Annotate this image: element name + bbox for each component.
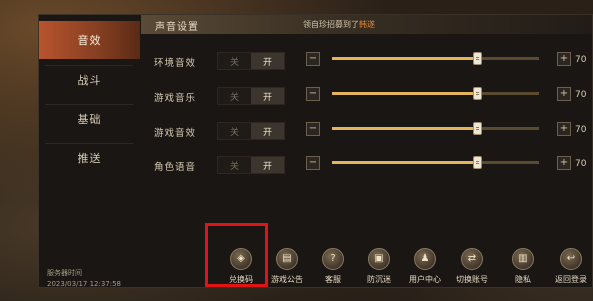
privacy-button[interactable]: ▥ 隐私	[503, 247, 543, 289]
slider-handle[interactable]	[472, 156, 482, 169]
toggle-on[interactable]: 开	[251, 157, 284, 173]
nav-tab-push[interactable]: 推送	[39, 139, 140, 177]
broadcast-text: 领自珍招募到了	[303, 20, 359, 29]
slider-handle[interactable]	[472, 87, 482, 100]
broadcast-highlight: 韩遂	[359, 20, 375, 29]
nav-tab-battle[interactable]: 战斗	[39, 61, 140, 99]
decrease-button[interactable]: −	[306, 87, 320, 101]
broadcast-message: 领自珍招募到了韩遂	[303, 19, 375, 30]
toggle-off[interactable]: 关	[218, 157, 251, 173]
volume-slider[interactable]	[332, 87, 539, 100]
nav-tab-label: 推送	[77, 152, 102, 165]
nav-tab-audio[interactable]: 音效	[39, 21, 140, 59]
section-title: 声音设置	[155, 22, 199, 33]
settings-panel: 音效 战斗 基础 推送 声音设置 领自珍招募到了韩遂 环境音效 关 开 − + …	[38, 14, 593, 288]
slider-fill	[332, 161, 477, 164]
section-header: 声音设置 领自珍招募到了韩遂	[141, 15, 592, 34]
decrease-button[interactable]: −	[306, 52, 320, 66]
on-off-toggle: 关 开	[217, 122, 285, 140]
user-center-button[interactable]: ♟ 用户中心	[405, 247, 445, 289]
nav-tab-label: 基础	[77, 113, 102, 126]
volume-slider[interactable]	[332, 156, 539, 169]
on-off-toggle: 关 开	[217, 156, 285, 174]
bottom-bar: 服务器时间 2023/03/17 12:37:58 ◈ 兑换码 ▤ 游戏公告 ?…	[39, 247, 592, 289]
privacy-icon: ▥	[512, 248, 534, 270]
user-center-icon: ♟	[414, 248, 436, 270]
setting-row-ambient: 环境音效 关 开 − + 70	[141, 51, 592, 71]
volume-value: 70	[575, 125, 587, 135]
tool-label: 切换账号	[456, 275, 488, 284]
slider-handle[interactable]	[472, 52, 482, 65]
announcement-button[interactable]: ▤ 游戏公告	[267, 247, 307, 289]
increase-button[interactable]: +	[557, 52, 571, 66]
setting-row-sfx: 游戏音效 关 开 − + 70	[141, 121, 592, 141]
return-login-button[interactable]: ↩ 返回登录	[551, 247, 591, 289]
return-login-icon: ↩	[560, 248, 582, 270]
nav-tab-label: 音效	[77, 34, 102, 47]
server-time-block: 服务器时间 2023/03/17 12:37:58	[47, 268, 121, 290]
setting-row-music: 游戏音乐 关 开 − + 70	[141, 86, 592, 106]
tool-label: 返回登录	[555, 275, 587, 284]
volume-value: 70	[575, 159, 587, 169]
tool-label: 客服	[325, 275, 341, 284]
setting-row-voice: 角色语音 关 开 − + 70	[141, 155, 592, 175]
slider-fill	[332, 92, 477, 95]
toggle-on[interactable]: 开	[251, 53, 284, 69]
toggle-on[interactable]: 开	[251, 88, 284, 104]
volume-slider[interactable]	[332, 52, 539, 65]
volume-value: 70	[575, 55, 587, 65]
tool-label: 防沉迷	[367, 275, 391, 284]
audio-settings: 声音设置 领自珍招募到了韩遂 环境音效 关 开 − + 70 游戏音乐 关 开	[141, 15, 592, 247]
server-time-label: 服务器时间	[47, 269, 82, 277]
switch-account-icon: ⇄	[461, 248, 483, 270]
anti-addiction-icon: ▣	[368, 248, 390, 270]
customer-service-button[interactable]: ? 客服	[313, 247, 353, 289]
slider-fill	[332, 127, 477, 130]
switch-account-button[interactable]: ⇄ 切换账号	[452, 247, 492, 289]
settings-nav: 音效 战斗 基础 推送	[39, 15, 140, 247]
toggle-off[interactable]: 关	[218, 53, 251, 69]
volume-value: 70	[575, 90, 587, 100]
setting-label: 游戏音效	[154, 128, 197, 139]
volume-slider[interactable]	[332, 122, 539, 135]
on-off-toggle: 关 开	[217, 52, 285, 70]
toggle-off[interactable]: 关	[218, 123, 251, 139]
setting-label: 游戏音乐	[154, 93, 197, 104]
slider-fill	[332, 57, 477, 60]
customer-service-icon: ?	[322, 248, 344, 270]
toggle-off[interactable]: 关	[218, 88, 251, 104]
nav-tab-label: 战斗	[77, 74, 102, 87]
tool-label: 游戏公告	[271, 275, 303, 284]
toggle-on[interactable]: 开	[251, 123, 284, 139]
decrease-button[interactable]: −	[306, 122, 320, 136]
server-time-value: 2023/03/17 12:37:58	[47, 280, 122, 288]
decrease-button[interactable]: −	[306, 156, 320, 170]
redeem-highlight-box	[205, 223, 268, 287]
setting-label: 角色语音	[154, 162, 197, 173]
increase-button[interactable]: +	[557, 156, 571, 170]
anti-addiction-button[interactable]: ▣ 防沉迷	[359, 247, 399, 289]
nav-tab-basic[interactable]: 基础	[39, 100, 140, 138]
notice-icon: ▤	[276, 248, 298, 270]
setting-label: 环境音效	[154, 58, 197, 69]
tool-label: 隐私	[515, 275, 531, 284]
increase-button[interactable]: +	[557, 122, 571, 136]
slider-handle[interactable]	[472, 122, 482, 135]
increase-button[interactable]: +	[557, 87, 571, 101]
on-off-toggle: 关 开	[217, 87, 285, 105]
tool-label: 用户中心	[409, 275, 441, 284]
